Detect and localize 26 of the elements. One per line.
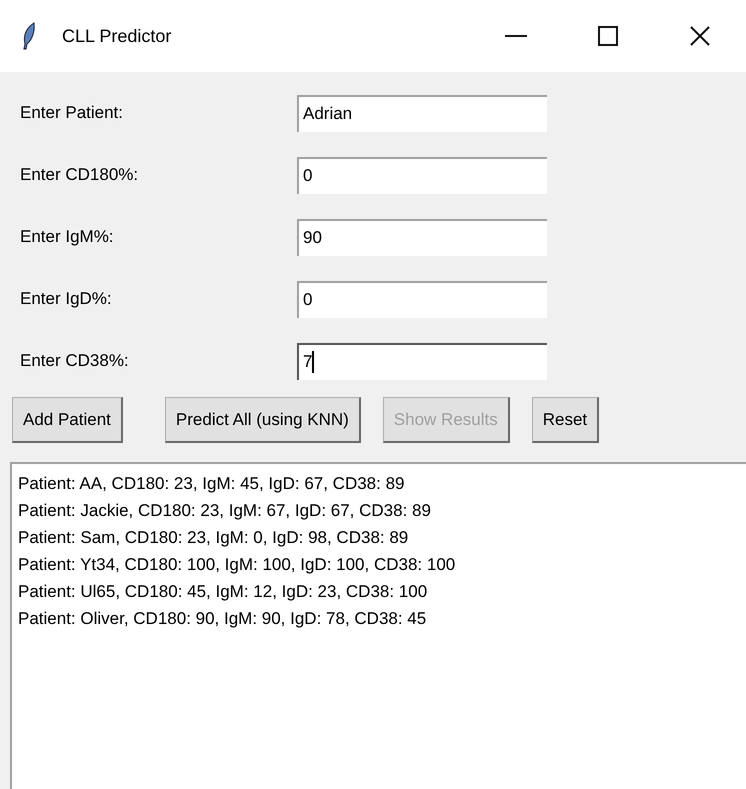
input-field[interactable]: 0 xyxy=(297,156,547,194)
patient-entry[interactable]: Patient: AA, CD180: 23, IgM: 45, IgD: 67, CD38: 89 xyxy=(18,470,746,497)
action-button[interactable]: Add Patient xyxy=(12,397,123,443)
input-field[interactable]: 90 xyxy=(297,218,547,256)
input-field[interactable]: 7 xyxy=(297,342,547,380)
patient-list[interactable] xyxy=(10,462,746,789)
window-title: CLL Predictor xyxy=(62,24,172,48)
action-button[interactable]: Reset xyxy=(532,397,600,443)
text-cursor xyxy=(312,351,314,373)
patient-entry[interactable]: Patient: Ul65, CD180: 45, IgM: 12, IgD: 23, CD38: 100 xyxy=(18,578,746,605)
field-label: Enter CD180%: xyxy=(20,164,140,186)
input-field[interactable]: 0 xyxy=(297,280,547,318)
field-label: Enter IgD%: xyxy=(20,288,113,310)
field-label: Enter Patient: xyxy=(20,102,124,124)
patient-entry[interactable]: Patient: Yt34, CD180: 100, IgM: 100, IgD: 100, CD38: 100 xyxy=(18,551,746,578)
patient-entry[interactable]: Patient: Jackie, CD180: 23, IgM: 67, IgD: 67, CD38: 89 xyxy=(18,497,746,524)
field-label: Enter IgM%: xyxy=(20,226,115,248)
minimize-icon xyxy=(505,35,527,37)
maximize-icon xyxy=(598,26,618,46)
field-label: Enter CD38%: xyxy=(20,350,130,372)
patient-entry[interactable]: Patient: Oliver, CD180: 90, IgM: 90, IgD: 78, CD38: 45 xyxy=(18,605,746,632)
action-button[interactable]: Predict All (using KNN) xyxy=(164,397,361,443)
patient-entry[interactable]: Patient: Sam, CD180: 23, IgM: 0, IgD: 98, CD38: 89 xyxy=(18,524,746,551)
close-icon xyxy=(690,26,710,46)
feather-icon xyxy=(22,22,36,50)
input-field[interactable]: Adrian xyxy=(297,94,547,132)
